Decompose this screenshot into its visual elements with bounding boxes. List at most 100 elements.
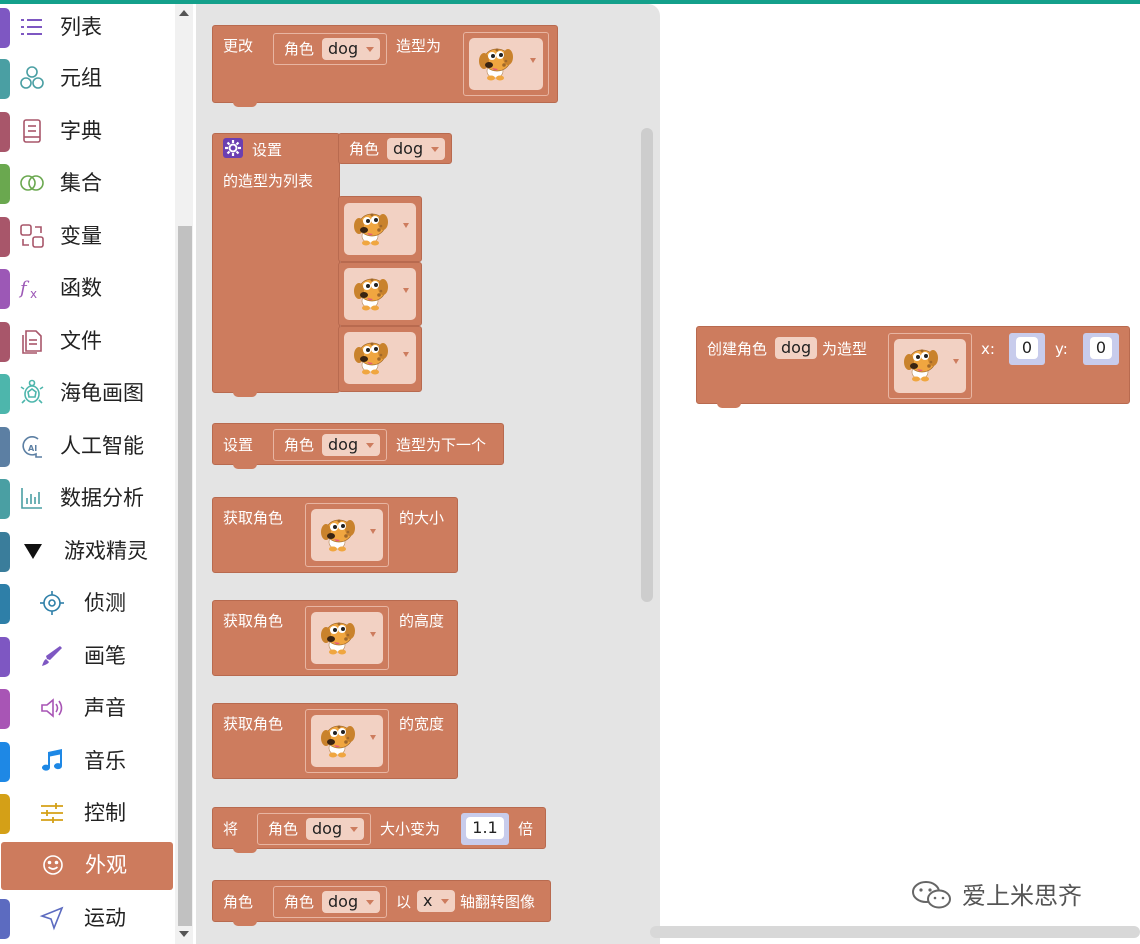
- costume-list-item[interactable]: [338, 326, 422, 392]
- sidebar-item-sound[interactable]: 声音: [0, 685, 174, 733]
- block-text: 轴翻转图像: [460, 893, 536, 911]
- block-set-costume-list[interactable]: 设置 的造型为列表: [212, 133, 340, 397]
- sprite-dropdown[interactable]: dog: [322, 434, 380, 456]
- sidebar-item-ai[interactable]: AI 人工智能: [0, 423, 174, 471]
- sidebar-item-file[interactable]: 文件: [0, 318, 174, 366]
- sidebar-item-dictionary[interactable]: 字典: [0, 108, 174, 156]
- sidebar-item-control[interactable]: 控制: [0, 790, 174, 838]
- sidebar-item-set[interactable]: 集合: [0, 160, 174, 208]
- costume-slot: [305, 606, 389, 670]
- block-text: 获取角色: [223, 612, 284, 630]
- costume-list-item[interactable]: [338, 196, 422, 262]
- sidebar-item-label: 字典: [60, 119, 102, 143]
- sprite-reporter[interactable]: 角色 dog: [338, 133, 452, 164]
- costume-picker[interactable]: [469, 38, 543, 90]
- axis-dropdown[interactable]: x: [417, 890, 455, 912]
- scroll-down-arrow-icon[interactable]: [179, 931, 189, 937]
- costume-picker[interactable]: [894, 339, 966, 393]
- sprite-reporter[interactable]: 角色 dog: [257, 813, 371, 845]
- block-scale-sprite[interactable]: 将 角色 dog 大小变为 1.1 倍: [212, 807, 546, 853]
- sprite-reporter[interactable]: 角色 dog: [273, 429, 387, 461]
- dropdown-arrow-icon: [953, 359, 959, 364]
- y-number-input[interactable]: 0: [1083, 333, 1119, 365]
- sound-icon: [41, 698, 63, 718]
- block-text: 的宽度: [399, 715, 445, 733]
- dropdown-arrow-icon: [530, 58, 536, 63]
- sidebar-item-tuple[interactable]: 元组: [0, 55, 174, 103]
- block-text: 角色: [284, 40, 315, 58]
- block-get-sprite-height[interactable]: 获取角色 的高度: [212, 600, 458, 676]
- sprite-dropdown[interactable]: dog: [322, 38, 380, 60]
- costume-picker[interactable]: [344, 203, 416, 255]
- scale-number-input[interactable]: 1.1: [461, 813, 509, 845]
- variable-icon: [20, 224, 44, 248]
- dropdown-value: dog: [328, 39, 359, 58]
- sidebar-item-function[interactable]: f x 函数: [0, 265, 174, 313]
- dropdown-arrow-icon: [403, 352, 409, 357]
- category-color-bar: [0, 584, 10, 624]
- costume-picker[interactable]: [311, 509, 383, 561]
- sidebar-item-motion[interactable]: 运动: [0, 895, 174, 943]
- dog-sprite-icon: [353, 213, 389, 246]
- workspace-horizontal-scrollbar[interactable]: [650, 926, 1140, 938]
- wechat-icon: [912, 881, 951, 909]
- sprite-dropdown[interactable]: dog: [387, 138, 445, 160]
- number-value[interactable]: 0: [1016, 337, 1038, 359]
- sidebar-item-label: 游戏精灵: [64, 539, 148, 563]
- dropdown-arrow-icon: [366, 443, 374, 448]
- sprite-dropdown[interactable]: dog: [306, 818, 364, 840]
- block-text: 的造型为列表: [223, 172, 314, 190]
- sprite-dropdown[interactable]: dog: [322, 891, 380, 913]
- sidebar-item-data-analysis[interactable]: 数据分析: [0, 475, 174, 523]
- sidebar-item-label: 外观: [85, 853, 127, 877]
- sidebar-item-variable[interactable]: 变量: [0, 213, 174, 261]
- category-color-bar: [0, 637, 10, 677]
- x-number-input[interactable]: 0: [1009, 333, 1045, 365]
- sidebar-item-music[interactable]: 音乐: [0, 738, 174, 786]
- block-get-sprite-width[interactable]: 获取角色 的宽度: [212, 703, 458, 779]
- sidebar-scrollbar-thumb[interactable]: [178, 226, 192, 926]
- turtle-icon: [20, 379, 44, 404]
- sidebar-item-list[interactable]: 列表: [0, 4, 174, 52]
- number-value[interactable]: 1.1: [466, 817, 504, 839]
- block-create-sprite[interactable]: 创建角色 dog 为造型 x: 0 y: 0: [696, 326, 1130, 408]
- block-get-sprite-size[interactable]: 获取角色 的大小: [212, 497, 458, 573]
- block-flip-sprite[interactable]: 角色 角色 dog 以 x 轴翻转图像: [212, 880, 551, 926]
- sidebar-item-game-sprite[interactable]: 游戏精灵: [0, 528, 174, 576]
- block-text: 将: [223, 820, 239, 838]
- sprite-name-field[interactable]: dog: [775, 337, 817, 359]
- costume-picker[interactable]: [344, 268, 416, 320]
- scroll-up-arrow-icon[interactable]: [179, 10, 189, 16]
- block-text: 设置: [223, 436, 254, 454]
- block-text: 角色: [268, 820, 299, 838]
- list-icon: [21, 19, 42, 35]
- caret-down-icon[interactable]: [24, 544, 42, 559]
- block-notch: [233, 464, 257, 469]
- gear-icon[interactable]: [223, 138, 243, 158]
- block-text: 为造型: [822, 340, 868, 358]
- sprite-reporter[interactable]: 角色 dog: [273, 33, 387, 65]
- costume-picker[interactable]: [311, 715, 383, 767]
- sidebar-item-label: 函数: [60, 276, 102, 300]
- number-value[interactable]: 0: [1090, 337, 1112, 359]
- category-color-bar: [0, 59, 10, 99]
- sidebar-item-sensing[interactable]: 侦测: [0, 580, 174, 628]
- costume-picker[interactable]: [344, 332, 416, 384]
- flyout-scrollbar[interactable]: [641, 128, 653, 602]
- costume-slot: [305, 503, 389, 567]
- block-notch: [233, 921, 257, 926]
- sidebar-item-looks[interactable]: 外观: [1, 842, 173, 890]
- block-change-costume[interactable]: 更改 角色 dog 造型为: [212, 25, 558, 107]
- block-notch: [717, 403, 741, 408]
- block-next-costume[interactable]: 设置 角色 dog 造型为下一个: [212, 423, 504, 469]
- sidebar-item-label: 列表: [60, 15, 102, 39]
- sprite-reporter[interactable]: 角色 dog: [273, 886, 387, 918]
- sidebar-item-turtle[interactable]: 海龟画图: [0, 370, 174, 418]
- category-color-bar: [0, 8, 10, 48]
- sidebar-item-pen[interactable]: 画笔: [0, 633, 174, 681]
- block-text: 造型为下一个: [396, 436, 487, 454]
- block-notch: [233, 392, 257, 397]
- sidebar-item-label: 文件: [60, 329, 102, 353]
- costume-list-item[interactable]: [338, 262, 422, 326]
- costume-picker[interactable]: [311, 612, 383, 664]
